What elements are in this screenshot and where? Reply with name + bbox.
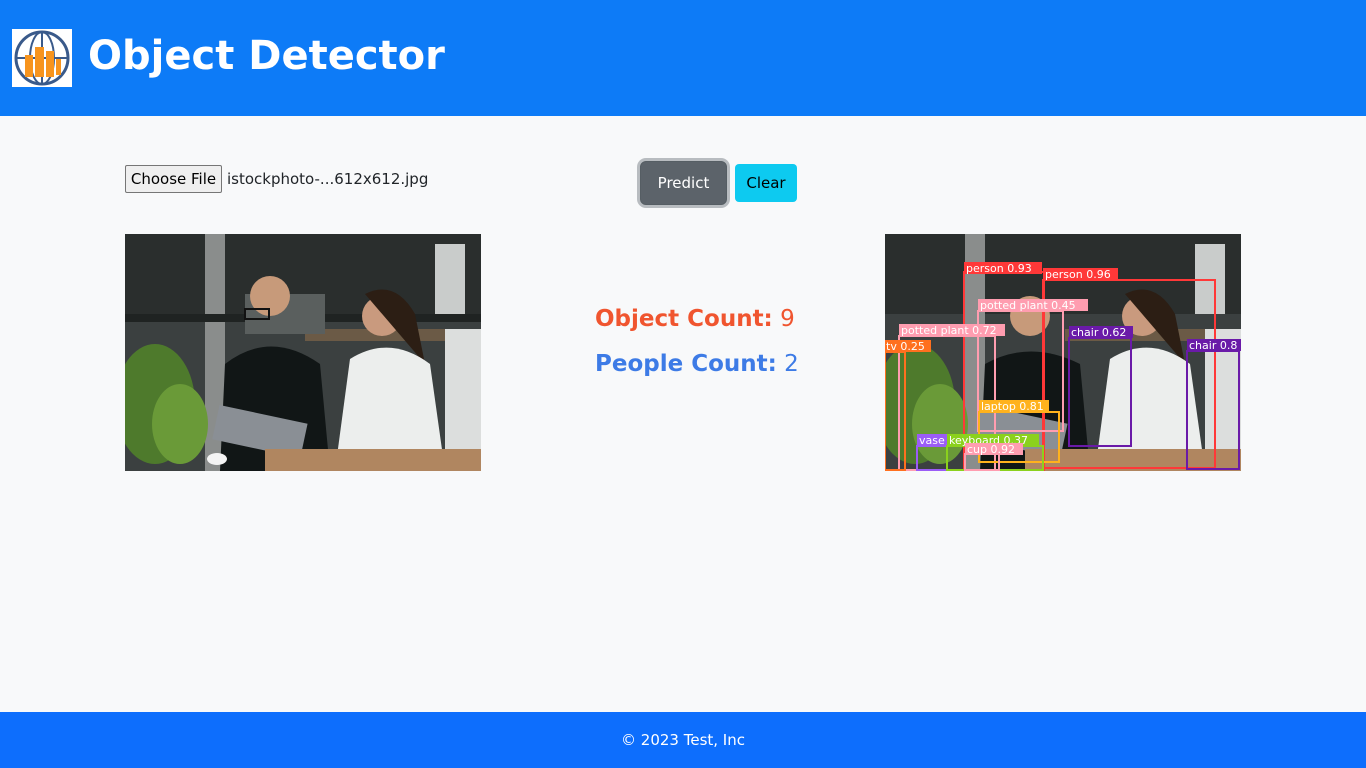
predict-button[interactable]: Predict	[640, 161, 727, 205]
svg-text:chair 0.8: chair 0.8	[1189, 339, 1237, 352]
people-count: People Count: 2	[595, 351, 799, 377]
globe-building-logo-icon	[12, 29, 72, 87]
svg-text:potted plant 0.72: potted plant 0.72	[901, 324, 997, 337]
selected-file-name: istockphoto-...612x612.jpg	[227, 170, 429, 188]
object-count-value: 9	[780, 306, 795, 332]
svg-text:person 0.96: person 0.96	[1045, 268, 1111, 281]
object-count: Object Count: 9	[595, 306, 795, 332]
svg-text:person 0.93: person 0.93	[966, 262, 1032, 275]
svg-text:chair 0.62: chair 0.62	[1071, 326, 1126, 339]
svg-text:vase: vase	[919, 434, 945, 447]
svg-text:potted plant 0.45: potted plant 0.45	[980, 299, 1076, 312]
app-header: Object Detector	[0, 0, 1366, 116]
people-count-label: People Count:	[595, 351, 777, 377]
people-count-value: 2	[784, 351, 799, 377]
copyright-text: © 2023 Test, Inc	[621, 731, 745, 749]
detection-result-image: person 0.93 person 0.96 potted plant 0.4…	[885, 234, 1241, 471]
clear-button[interactable]: Clear	[735, 164, 797, 202]
page-title: Object Detector	[88, 33, 445, 79]
svg-text:laptop 0.81: laptop 0.81	[981, 400, 1044, 413]
svg-text:cup 0.92: cup 0.92	[967, 443, 1015, 456]
choose-file-button[interactable]: Choose File	[125, 165, 222, 193]
app-footer: © 2023 Test, Inc	[0, 712, 1366, 768]
object-count-label: Object Count:	[595, 306, 773, 332]
svg-text:tv 0.25: tv 0.25	[886, 340, 925, 353]
uploaded-image	[125, 234, 481, 471]
